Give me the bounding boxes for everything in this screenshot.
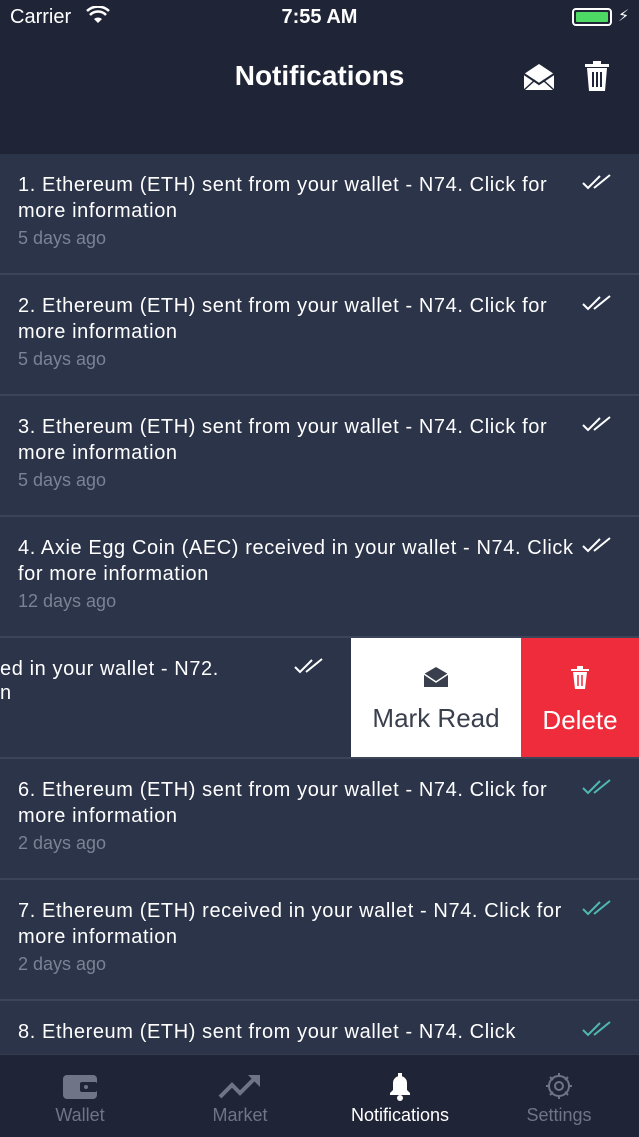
notification-message: 4. Axie Egg Coin (AEC) received in your … <box>18 537 574 585</box>
trend-icon <box>160 1071 320 1101</box>
unread-check-icon <box>582 779 612 800</box>
delete-label: Delete <box>542 705 618 735</box>
tab-label: Settings <box>526 1105 592 1125</box>
tab-label: Notifications <box>350 1105 450 1125</box>
notification-row[interactable]: 6. Ethereum (ETH) sent from your wallet … <box>0 759 639 880</box>
mark-read-label: Mark Read <box>372 703 500 733</box>
notification-time: 2 days ago <box>18 833 107 853</box>
gear-icon <box>479 1071 639 1101</box>
read-check-icon <box>582 295 612 316</box>
notification-message: 7. Ethereum (ETH) received in your walle… <box>18 900 562 948</box>
read-check-icon <box>582 174 612 195</box>
notification-time: 12 days ago <box>18 591 117 611</box>
delete-all-icon[interactable] <box>584 60 610 97</box>
notification-row[interactable]: 3. Ethereum (ETH) sent from your wallet … <box>0 396 639 517</box>
tab-label: Market <box>212 1105 268 1125</box>
unread-check-icon <box>582 900 612 921</box>
notification-message-continued: n <box>0 682 12 704</box>
delete-button[interactable]: Delete <box>521 638 639 757</box>
mark-read-button[interactable]: Mark Read <box>351 638 521 757</box>
bell-icon <box>320 1071 480 1101</box>
envelope-icon <box>423 667 449 687</box>
notification-row-swiped[interactable]: ed in your wallet - N72. n Mark Read Del… <box>0 638 639 759</box>
notification-row[interactable]: 1. Ethereum (ETH) sent from your wallet … <box>0 154 639 275</box>
status-bar: Carrier 7:55 AM ⚡ <box>0 0 639 36</box>
tab-notifications[interactable]: Notifications <box>320 1055 480 1137</box>
notification-message: 1. Ethereum (ETH) sent from your wallet … <box>18 174 548 222</box>
notification-time: 5 days ago <box>18 228 107 248</box>
battery-icon <box>572 8 612 26</box>
notification-row[interactable]: 4. Axie Egg Coin (AEC) received in your … <box>0 517 639 638</box>
notification-message: 3. Ethereum (ETH) sent from your wallet … <box>18 416 548 464</box>
unread-check-icon <box>582 1021 612 1042</box>
notification-row[interactable]: 8. Ethereum (ETH) sent from your wallet … <box>0 1001 639 1054</box>
tab-settings[interactable]: Settings <box>479 1055 639 1137</box>
notification-time: 2 days ago <box>18 954 107 974</box>
tab-market[interactable]: Market <box>160 1055 320 1137</box>
navigation-bar: Notifications <box>0 36 639 154</box>
tab-label: Wallet <box>55 1105 105 1125</box>
notification-message: 8. Ethereum (ETH) sent from your wallet … <box>18 1021 516 1043</box>
notification-time: 5 days ago <box>18 349 107 369</box>
charging-icon: ⚡ <box>618 8 630 25</box>
tab-bar: Wallet Market Notifications Settings <box>0 1054 639 1137</box>
trash-icon <box>571 666 589 689</box>
read-check-icon <box>582 537 612 558</box>
mark-all-read-icon[interactable] <box>522 62 556 97</box>
notification-row[interactable]: 7. Ethereum (ETH) received in your walle… <box>0 880 639 1001</box>
wallet-icon <box>0 1071 160 1101</box>
read-check-icon <box>582 416 612 437</box>
tab-wallet[interactable]: Wallet <box>0 1055 160 1137</box>
notification-message: 6. Ethereum (ETH) sent from your wallet … <box>18 779 548 827</box>
notification-message: 2. Ethereum (ETH) sent from your wallet … <box>18 295 548 343</box>
notification-list[interactable]: 1. Ethereum (ETH) sent from your wallet … <box>0 154 639 1054</box>
read-check-icon <box>294 658 324 679</box>
notification-time: 5 days ago <box>18 470 107 490</box>
notification-row[interactable]: 2. Ethereum (ETH) sent from your wallet … <box>0 275 639 396</box>
clock: 7:55 AM <box>281 6 358 28</box>
